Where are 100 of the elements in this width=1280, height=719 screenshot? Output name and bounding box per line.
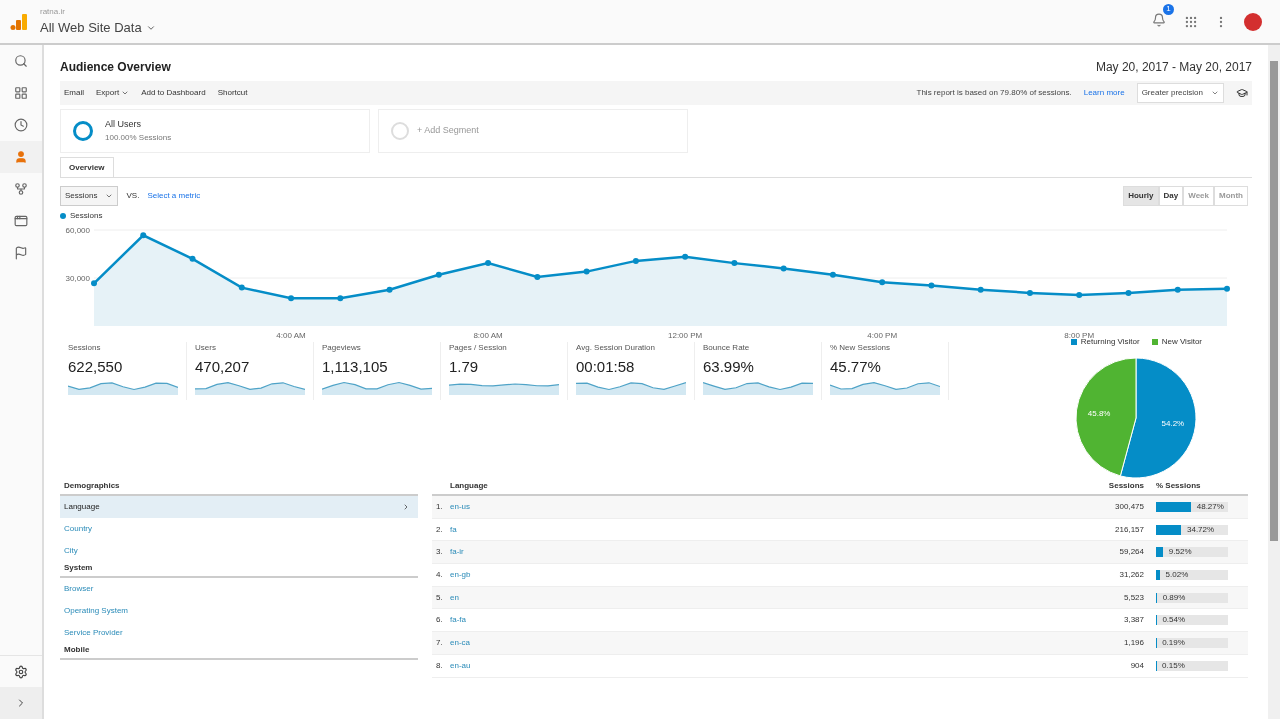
segment-ring-icon xyxy=(73,121,93,141)
x-tick-label: 4:00 AM xyxy=(276,331,306,340)
row-rank: 1. xyxy=(435,500,444,513)
point xyxy=(485,260,492,267)
metric-label: % New Sessions xyxy=(830,342,892,354)
interval-button[interactable]: Day xyxy=(1158,186,1184,206)
dimension-item[interactable]: Service Provider xyxy=(60,622,418,644)
language-link[interactable]: en xyxy=(450,592,459,602)
search-icon xyxy=(14,54,28,68)
metric-label: Avg. Session Duration xyxy=(576,342,656,354)
sessions-cell-text: 5,523 xyxy=(1122,591,1145,604)
sidebar-item[interactable] xyxy=(0,141,42,173)
y-tick-label: 30,000 xyxy=(65,274,90,283)
language-link[interactable]: fa-fa xyxy=(450,615,466,625)
row-rank: 3. xyxy=(435,546,444,559)
property-selector[interactable]: All Web Site Data xyxy=(40,17,156,38)
row-rank: 8. xyxy=(435,659,444,672)
interval-button[interactable]: Hourly xyxy=(1123,186,1159,206)
legend-swatch-icon xyxy=(1070,339,1077,345)
sessions-cell-text: 1,196 xyxy=(1122,636,1145,649)
caret-icon xyxy=(1211,89,1219,97)
page-title: Audience Overview xyxy=(60,59,171,76)
point xyxy=(928,282,935,289)
language-link[interactable]: en-au xyxy=(450,660,471,670)
sessions-cell-text: 904 xyxy=(1129,659,1145,672)
language-link[interactable]: en-us xyxy=(450,501,470,511)
percent-cell: 34.72% xyxy=(1187,524,1215,535)
x-tick-label: 8:00 AM xyxy=(473,331,503,340)
toolbar-action[interactable]: Shortcut xyxy=(217,87,248,99)
point xyxy=(879,279,886,286)
language-link[interactable]: en-ca xyxy=(450,637,470,647)
segment-detail: 100.00% Sessions xyxy=(105,131,172,144)
column-header: Sessions xyxy=(1107,480,1145,492)
settings-icon xyxy=(14,664,28,679)
row-rank: 4. xyxy=(435,568,444,581)
date-range[interactable]: May 20, 2017 - May 20, 2017 xyxy=(1095,58,1252,76)
point xyxy=(1224,285,1230,292)
metric-value: 63.99% xyxy=(703,358,755,377)
avatar-icon[interactable] xyxy=(1244,12,1262,31)
bar-chart-logo-icon xyxy=(10,12,28,31)
select-metric-link[interactable]: Select a metric xyxy=(147,190,201,202)
point xyxy=(1076,292,1083,299)
point xyxy=(829,271,836,278)
vs-label: VS. xyxy=(126,190,140,202)
metric-value: 45.77% xyxy=(830,358,882,377)
legend-label: New Visitor xyxy=(1161,336,1202,348)
point xyxy=(189,255,196,262)
dimension-item[interactable]: Country xyxy=(60,518,418,540)
metric-label: Sessions xyxy=(68,342,102,354)
x-tick-label: 4:00 PM xyxy=(867,331,898,340)
point xyxy=(632,257,639,264)
language-link[interactable]: en-gb xyxy=(450,569,471,579)
point xyxy=(140,232,147,239)
column-header: Language xyxy=(450,480,489,492)
point xyxy=(288,295,295,302)
graduation-cap-icon[interactable] xyxy=(1236,87,1248,99)
bell-icon xyxy=(1152,12,1166,27)
point xyxy=(337,295,344,302)
language-link[interactable]: fa xyxy=(450,524,457,534)
point xyxy=(534,273,541,280)
segment-ring-icon xyxy=(391,122,409,140)
percent-cell: 0.54% xyxy=(1162,615,1186,626)
metric-value: 00:01:58 xyxy=(576,358,636,377)
legend-label: Returning Visitor xyxy=(1080,337,1140,348)
sessions-cell-text: 216,157 xyxy=(1114,523,1145,536)
toolbar-action[interactable]: Export xyxy=(96,87,130,99)
point xyxy=(1026,289,1033,296)
dimension-item[interactable]: Browser xyxy=(60,578,418,600)
dimension-item[interactable]: Language xyxy=(60,496,418,518)
percent-cell: 48.27% xyxy=(1196,501,1224,512)
add-segment-button[interactable]: + Add Segment xyxy=(378,109,688,153)
grid-icon xyxy=(14,86,28,100)
flag-icon xyxy=(14,246,28,260)
dimension-item[interactable]: Operating System xyxy=(60,600,418,622)
row-rank: 2. xyxy=(435,523,444,536)
column-header: % Sessions xyxy=(1155,480,1202,492)
row-rank: 7. xyxy=(435,636,444,649)
point xyxy=(1125,289,1132,296)
percent-cell: 9.52% xyxy=(1168,547,1192,558)
chevron-icon xyxy=(402,503,410,511)
point xyxy=(977,286,984,293)
y-tick-label: 60,000 xyxy=(65,226,90,235)
tab[interactable]: Overview xyxy=(60,157,114,177)
learn-more-link[interactable]: Learn more xyxy=(1083,87,1125,99)
account-name: ratna.ir xyxy=(40,5,66,18)
toolbar-action[interactable]: Add to Dashboard xyxy=(141,87,206,99)
segment-card[interactable]: All Users 100.00% Sessions xyxy=(60,109,370,153)
toolbar-action[interactable]: Email xyxy=(64,87,84,99)
sessions-cell-text: 300,475 xyxy=(1114,500,1145,513)
slice-label: 54.2% xyxy=(1161,418,1185,428)
sessions-cell-text: 59,264 xyxy=(1118,546,1145,559)
language-link[interactable]: fa-ir xyxy=(450,547,464,557)
fork-icon xyxy=(14,182,28,196)
apps-icon[interactable] xyxy=(1184,14,1198,29)
precision-dropdown[interactable]: Greater precision xyxy=(1136,83,1224,103)
metric-dropdown[interactable]: Sessions xyxy=(60,186,119,206)
percent-cell: 0.19% xyxy=(1162,637,1185,648)
segment-name: All Users xyxy=(105,118,142,132)
sessions-cell-text: 3,387 xyxy=(1122,614,1145,627)
dimension-item[interactable]: City xyxy=(60,540,418,562)
